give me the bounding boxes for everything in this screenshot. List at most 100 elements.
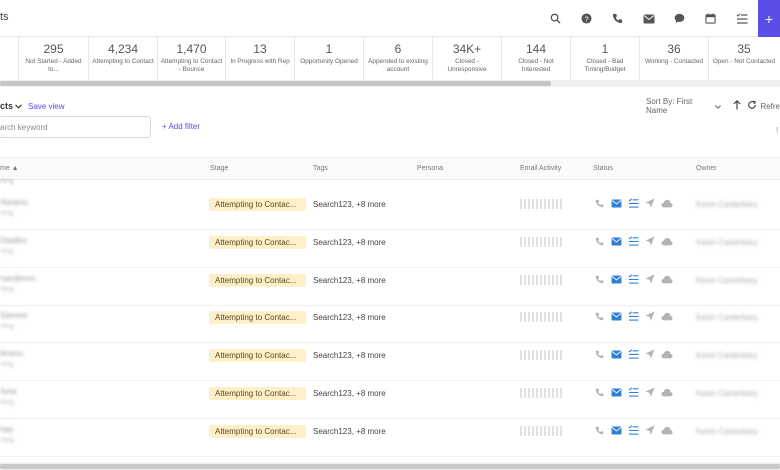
send-icon[interactable] (644, 235, 656, 247)
help-icon[interactable]: ? (571, 0, 602, 37)
contact-name[interactable]: hep (0, 425, 13, 434)
column-name[interactable]: me ▲ (0, 165, 19, 172)
tags-cell[interactable]: Search123, +8 more (313, 427, 386, 436)
mail-icon[interactable] (610, 310, 622, 322)
stat-closed-unresponsive[interactable]: 34K+ Closed - Unresponsive (433, 37, 502, 80)
phone-icon[interactable] (593, 235, 605, 247)
calendar-icon[interactable] (695, 0, 726, 37)
table-scrollbar[interactable] (0, 462, 780, 470)
tasks-icon[interactable] (627, 197, 639, 209)
cloud-icon[interactable] (661, 235, 673, 247)
column-stage[interactable]: Stage (210, 165, 228, 172)
column-owner[interactable]: Owner (696, 165, 717, 172)
owner-name[interactable]: Kevin Canterbery (696, 351, 758, 360)
tags-cell[interactable]: Search123, +8 more (313, 238, 386, 247)
mail-icon[interactable] (610, 235, 622, 247)
owner-name[interactable]: Kevin Canterbery (696, 427, 758, 436)
mail-icon[interactable] (633, 0, 664, 37)
tasks-icon[interactable] (627, 386, 639, 398)
stage-badge[interactable]: Attempting to Contac... (209, 198, 306, 211)
tasks-icon[interactable] (627, 348, 639, 360)
stat-opportunity[interactable]: 1 Opportunity Opened (295, 37, 364, 80)
tasks-icon[interactable] (627, 424, 639, 436)
add-filter-button[interactable]: + Add filter (162, 122, 200, 131)
table-row[interactable]: Diadiko rting Attempting to Contac... Searc… (0, 230, 780, 268)
phone-icon[interactable] (593, 273, 605, 285)
stat-closed-not-interested[interactable]: 144 Closed - Not Interested (502, 37, 571, 80)
search-input[interactable] (0, 117, 140, 138)
stat-open-not-contacted[interactable]: 35 Open - Not Contacted (709, 37, 779, 80)
scrollbar-thumb[interactable] (0, 464, 780, 469)
tasks-icon[interactable] (627, 310, 639, 322)
stat-working-contacted[interactable]: 36 Working - Contacted (640, 37, 709, 80)
scrollbar-thumb[interactable] (0, 81, 551, 86)
chat-icon[interactable] (664, 0, 695, 37)
table-row[interactable]: Isardenon rting Attempting to Contac... Sea… (0, 268, 780, 306)
phone-icon[interactable] (593, 310, 605, 322)
stage-badge[interactable]: Attempting to Contac... (209, 311, 306, 324)
contact-name[interactable]: Diadiko (0, 236, 27, 245)
chevron-down-icon[interactable] (15, 102, 22, 111)
phone-icon[interactable] (593, 197, 605, 209)
owner-name[interactable]: Kevin Canterbery (696, 276, 758, 285)
stat-closed-bad-timing[interactable]: 1 Closed - Bad Timing/Budget (571, 37, 640, 80)
stage-badge[interactable]: Attempting to Contac... (209, 236, 306, 249)
send-icon[interactable] (644, 348, 656, 360)
sort-direction-icon[interactable] (733, 99, 742, 113)
create-button[interactable]: + (758, 0, 780, 37)
mail-icon[interactable] (610, 273, 622, 285)
tasks-icon[interactable] (627, 235, 639, 247)
table-row[interactable]: Ame rting Attempting to Contac... Search123… (0, 381, 780, 419)
view-name[interactable]: cts (0, 101, 13, 111)
column-tags[interactable]: Tags (313, 165, 328, 172)
stat-attempting-bounce[interactable]: 1,470 Attempting to Contact - Bounce (158, 37, 226, 80)
mail-icon[interactable] (610, 197, 622, 209)
tasks-icon[interactable] (726, 0, 757, 37)
stat-in-progress[interactable]: 13 In Progress with Rep (226, 37, 295, 80)
search-icon[interactable] (540, 0, 571, 37)
send-icon[interactable] (644, 310, 656, 322)
save-view-link[interactable]: Save view (28, 102, 64, 111)
stat-partial[interactable] (0, 37, 19, 80)
owner-name[interactable]: Kevin Canterbery (696, 238, 758, 247)
phone-icon[interactable] (593, 424, 605, 436)
cloud-icon[interactable] (661, 197, 673, 209)
cloud-icon[interactable] (661, 386, 673, 398)
send-icon[interactable] (644, 386, 656, 398)
search-box[interactable] (0, 116, 151, 138)
tags-cell[interactable]: Search123, +8 more (313, 351, 386, 360)
stage-badge[interactable]: Attempting to Contac... (209, 274, 306, 287)
mail-icon[interactable] (610, 386, 622, 398)
column-status[interactable]: Status (593, 165, 613, 172)
table-row[interactable]: Samme rting Attempting to Contac... Search1… (0, 305, 780, 343)
tags-cell[interactable]: Search123, +8 more (313, 313, 386, 322)
column-persona[interactable]: Persona (417, 165, 443, 172)
tags-cell[interactable]: Search123, +8 more (313, 389, 386, 398)
cloud-icon[interactable] (661, 424, 673, 436)
sort-by-select[interactable]: Sort By: First Name (646, 97, 712, 115)
contact-name[interactable]: Isardenon (0, 274, 36, 283)
cloud-icon[interactable] (661, 310, 673, 322)
send-icon[interactable] (644, 197, 656, 209)
owner-name[interactable]: Kevin Canterbery (696, 313, 758, 322)
stats-scrollbar[interactable] (0, 80, 780, 87)
mail-icon[interactable] (610, 424, 622, 436)
stat-appended[interactable]: 6 Appended to existing account (364, 37, 433, 80)
stat-attempting[interactable]: 4,234 Attempting to Contact (89, 37, 158, 80)
stage-badge[interactable]: Attempting to Contac... (209, 387, 306, 400)
tasks-icon[interactable] (627, 273, 639, 285)
tags-cell[interactable]: Search123, +8 more (313, 200, 386, 209)
table-row[interactable]: hep rting Attempting to Contac... Search123… (0, 419, 780, 457)
send-icon[interactable] (644, 424, 656, 436)
stage-badge[interactable]: Attempting to Contac... (209, 425, 306, 438)
mail-icon[interactable] (610, 348, 622, 360)
phone-icon[interactable] (602, 0, 633, 37)
phone-icon[interactable] (593, 386, 605, 398)
cloud-icon[interactable] (661, 273, 673, 285)
stage-badge[interactable]: Attempting to Contac... (209, 349, 306, 362)
cloud-icon[interactable] (661, 348, 673, 360)
contact-name[interactable]: Abrams (0, 198, 28, 207)
table-row[interactable]: Ilmenc rting Attempting to Contac... Search… (0, 343, 780, 381)
tags-cell[interactable]: Search123, +8 more (313, 276, 386, 285)
contact-name[interactable]: Ame (0, 387, 16, 396)
